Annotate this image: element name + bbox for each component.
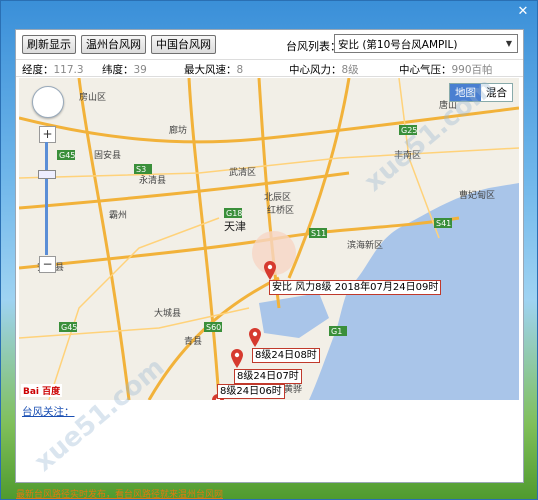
zoom-in-button[interactable]: + [39,126,56,143]
speed-info: 最大风速：8 [184,64,244,76]
map-label: 永清县 [139,174,166,186]
zoom-slider-thumb[interactable] [38,170,56,179]
chevron-down-icon[interactable]: ▼ [501,35,517,52]
svg-text:S60: S60 [206,323,221,332]
map-type-switch: 地图 混合 [449,83,513,102]
typhoon-select-value: 安比 (第10号台风AMPIL) [338,39,458,51]
svg-text:S3: S3 [136,165,146,174]
map-type-hybrid[interactable]: 混合 [481,84,512,101]
svg-text:S11: S11 [311,229,326,238]
map-label: 房山区 [79,91,106,103]
map-label: 固安县 [94,149,121,161]
map-label: 武清区 [229,166,256,178]
typhoon-select[interactable]: 安比 (第10号台风AMPIL) ▼ [334,34,518,53]
map-label: 天津 [224,220,246,233]
close-icon[interactable]: ✕ [514,4,532,20]
main-panel: 刷新显示 温州台风网 中国台风网 台风列表： 安比 (第10号台风AMPIL) … [15,29,524,483]
svg-text:G1: G1 [331,327,342,336]
refresh-button[interactable]: 刷新显示 [22,35,76,54]
pan-control[interactable] [32,86,64,118]
map-label: 丰南区 [394,149,421,161]
typhoon-map[interactable]: 房山区 廊坊 固安县 永清县 武清区 北辰区 天津 红桥区 滨海新区 唐山 丰南… [19,78,519,400]
typhoon-list-label: 台风列表： [286,40,341,53]
svg-text:G25: G25 [401,126,417,135]
svg-text:G18: G18 [226,209,242,218]
map-label: 大城县 [154,307,181,319]
typhoon-tag-08: 8级24日08时 [252,348,320,363]
zoom-out-button[interactable]: − [39,256,56,273]
map-label: 廊坊 [169,124,187,136]
pressure-info: 中心气压：990百帕 [399,64,493,76]
typhoon-pin-icon[interactable] [231,349,243,368]
typhoon-tag-main: 安比 风力8级 2018年07月24日09时 [269,280,442,295]
map-label: 黄骅 [284,383,302,395]
svg-text:G45: G45 [59,151,75,160]
svg-text:S41: S41 [436,219,451,228]
typhoon-pin-icon[interactable] [264,261,276,280]
map-label: 滨海新区 [347,239,383,251]
map-label: 青县 [184,335,202,347]
typhoon-tag-06: 8级24日06时 [217,384,285,399]
map-label: 北辰区 [264,192,291,203]
map-type-map[interactable]: 地图 [450,84,481,101]
info-row: 经度：117.3 纬度：39 最大风速：8 中心风力：8级 中心气压：990百帕 [16,59,523,77]
footer-link[interactable]: 最新台风路径实时发布，看台风路径就来温州台风网 [16,487,223,500]
power-info: 中心风力：8级 [289,64,359,76]
lon-info: 经度：117.3 [22,64,84,76]
typhoon-attention-link[interactable]: 台风关注： [22,404,75,419]
baidu-logo: Bai 百度 [21,384,63,397]
china-typhoon-button[interactable]: 中国台风网 [151,35,216,54]
zoom-slider-track[interactable] [45,142,48,255]
map-label: 曹妃甸区 [459,189,495,201]
map-label: 霸州 [109,210,127,221]
wenzhou-typhoon-button[interactable]: 温州台风网 [81,35,146,54]
typhoon-pin-icon[interactable] [249,328,261,347]
toolbar: 刷新显示 温州台风网 中国台风网 [22,35,216,55]
svg-text:G45: G45 [61,323,77,332]
lat-info: 纬度：39 [102,64,147,76]
map-label: 红桥区 [267,204,294,216]
typhoon-tag-07: 8级24日07时 [234,369,302,384]
